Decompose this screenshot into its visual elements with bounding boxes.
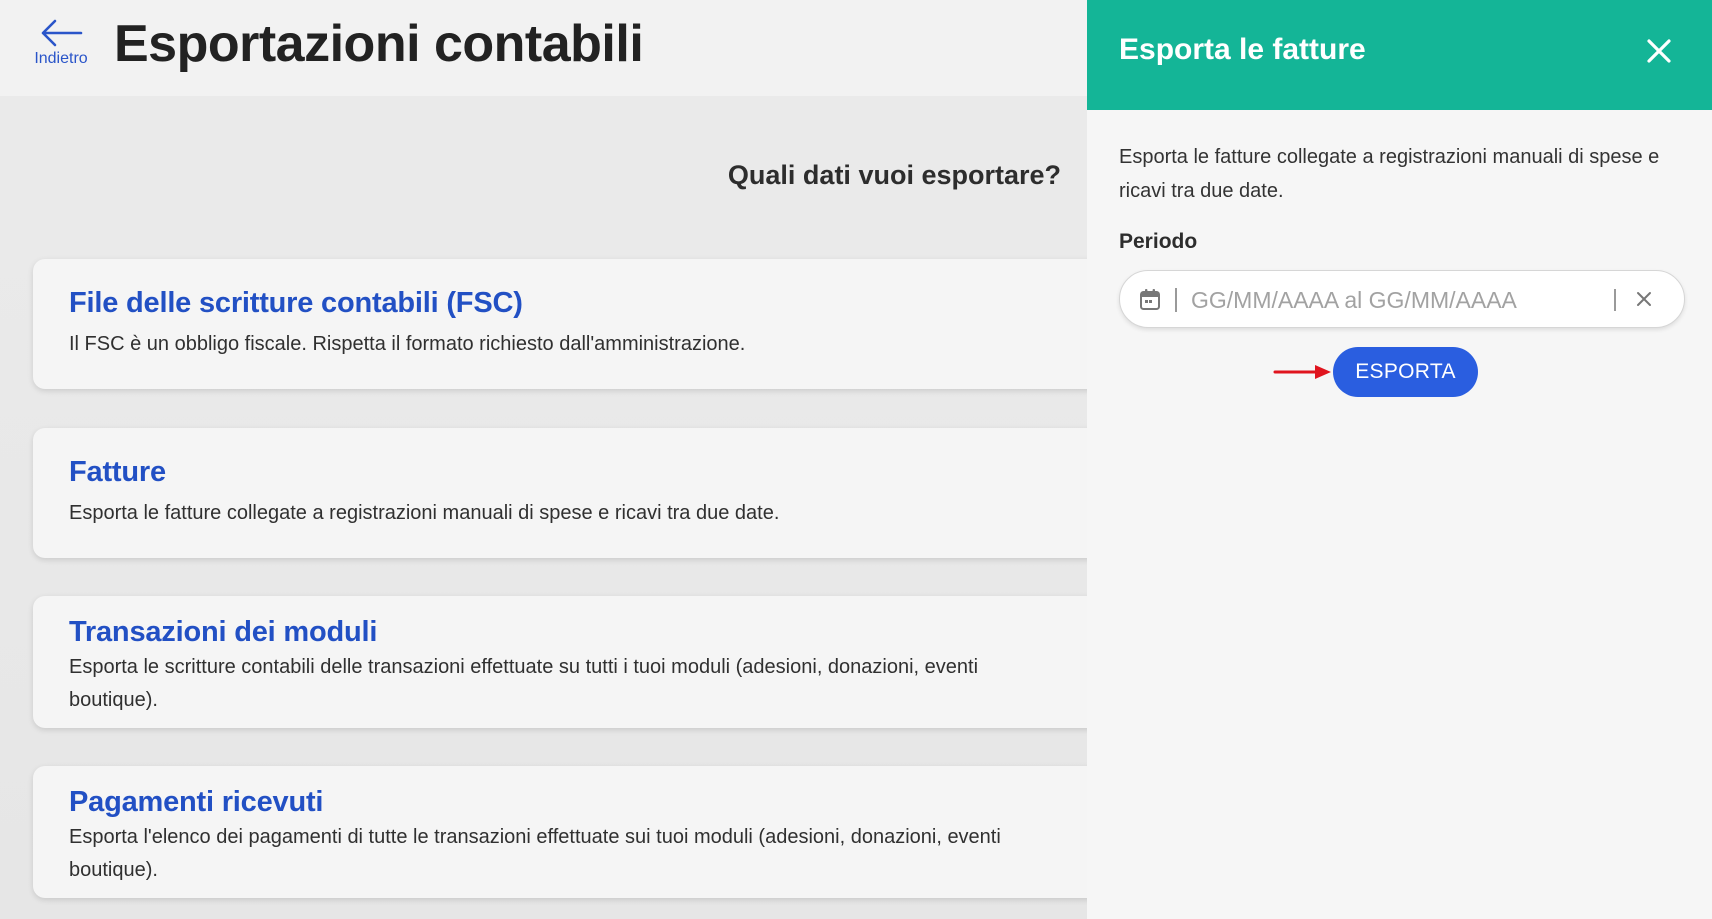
back-button[interactable]: Indietro xyxy=(26,18,96,76)
field-separator xyxy=(1614,289,1616,311)
card-title: File delle scritture contabili (FSC) xyxy=(69,287,523,319)
panel-header: Esporta le fatture xyxy=(1087,0,1712,110)
card-description: Il FSC è un obbligo fiscale. Rispetta il… xyxy=(69,333,746,355)
page-title: Esportazioni contabili xyxy=(114,15,644,73)
card-title: Pagamenti ricevuti xyxy=(69,786,324,818)
page-header: Indietro Esportazioni contabili xyxy=(0,0,1087,96)
field-separator xyxy=(1175,288,1177,312)
close-icon xyxy=(1647,39,1671,63)
export-option-transazioni[interactable]: Transazioni dei moduli Esporta le scritt… xyxy=(33,596,1087,728)
card-description: Esporta le fatture collegate a registraz… xyxy=(69,502,780,524)
panel-description: Esporta le fatture collegate a registraz… xyxy=(1119,146,1660,202)
card-description: Esporta le scritture contabili delle tra… xyxy=(69,656,979,711)
panel-title: Esporta le fatture xyxy=(1119,33,1366,66)
card-title: Transazioni dei moduli xyxy=(69,616,378,648)
clear-icon[interactable] xyxy=(1635,290,1653,313)
period-label: Periodo xyxy=(1119,230,1198,253)
red-arrow-icon xyxy=(1273,361,1333,388)
date-range-input[interactable] xyxy=(1191,281,1591,319)
card-description: Esporta l'elenco dei pagamenti di tutte … xyxy=(69,826,1001,881)
date-range-field[interactable] xyxy=(1119,270,1685,328)
export-question: Quali dati vuoi esportare? xyxy=(727,160,1061,190)
back-label: Indietro xyxy=(34,50,88,67)
calendar-icon[interactable] xyxy=(1139,288,1161,317)
export-button[interactable]: ESPORTA xyxy=(1333,347,1478,397)
card-title: Fatture xyxy=(69,456,166,488)
export-option-fsc[interactable]: File delle scritture contabili (FSC) Il … xyxy=(33,259,1087,389)
export-panel: Esporta le fatture Esporta le fatture co… xyxy=(1087,0,1712,919)
arrow-left-icon xyxy=(41,19,83,47)
main-area: Indietro Esportazioni contabili Quali da… xyxy=(0,0,1087,919)
export-option-pagamenti[interactable]: Pagamenti ricevuti Esporta l'elenco dei … xyxy=(33,766,1087,898)
export-option-fatture[interactable]: Fatture Esporta le fatture collegate a r… xyxy=(33,428,1087,558)
close-button[interactable] xyxy=(1644,36,1674,66)
